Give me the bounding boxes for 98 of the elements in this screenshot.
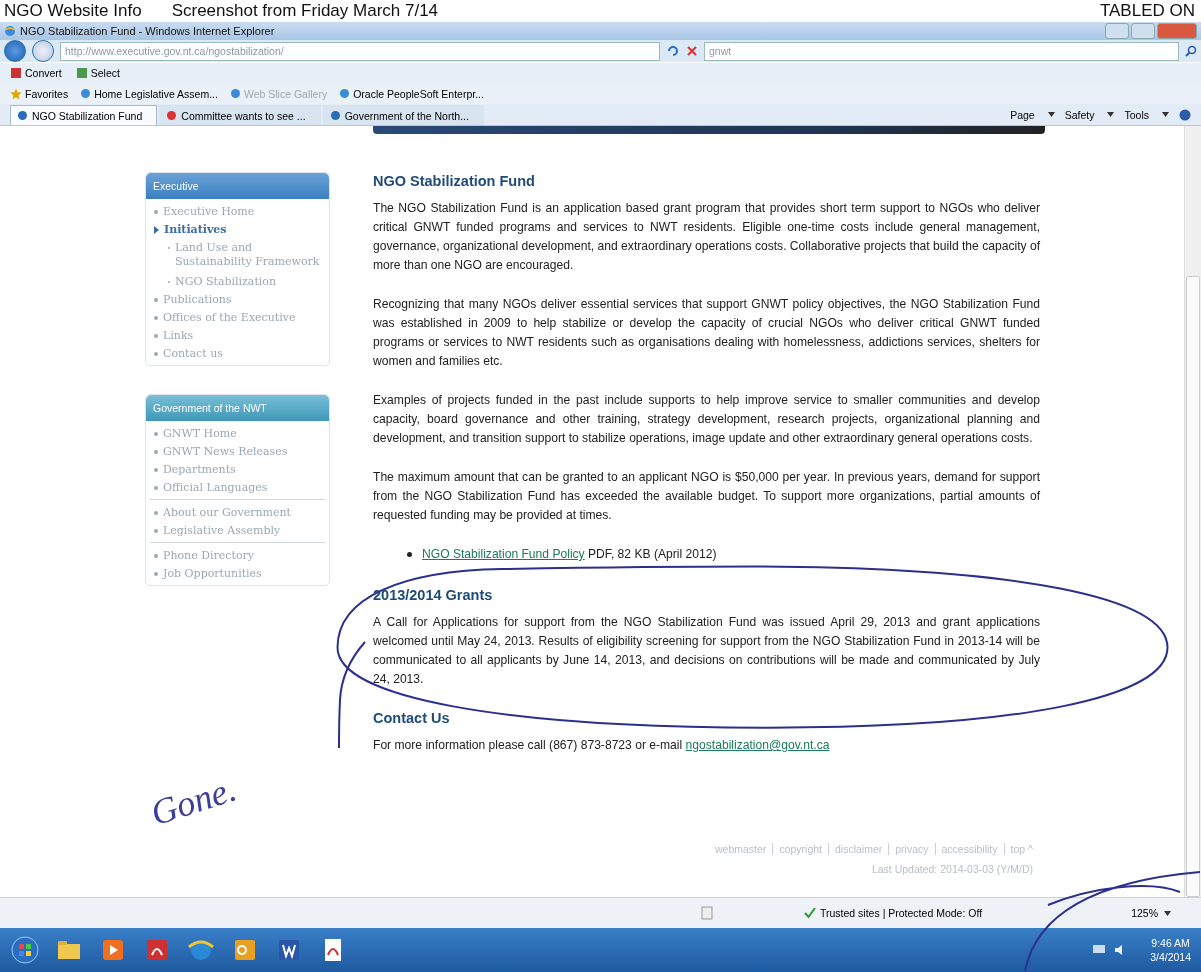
- select-icon: [75, 67, 88, 79]
- network-icon[interactable]: [1092, 944, 1107, 956]
- bullet-icon: [154, 334, 158, 338]
- scrollbar[interactable]: [1184, 126, 1201, 897]
- file-details: PDF, 82 KB (April 2012): [588, 547, 717, 561]
- last-updated: Last Updated: 2014-03-03 (Y/M/D): [871, 863, 1033, 875]
- dot-icon: [166, 110, 178, 121]
- body-paragraph: The maximum amount that can be granted to an applicant NGO is $50,000 per year. In previous years, demand for support from the NGO Stabilization Fund has exceeded the available budget. To support more organizations, partial amounts of requested funding may be provided at times.: [373, 469, 1040, 524]
- search-field[interactable]: gnwt: [704, 41, 1179, 61]
- sidebar-link[interactable]: Links: [154, 329, 325, 343]
- favorites-link[interactable]: Oracle PeopleSoft Enterpr...: [339, 87, 484, 100]
- body-paragraph: The NGO Stabilization Fund is an application based grant program that provides short term support to NGOs who deliver critical GNWT funded programs and services to NWT residents. Eligible one-time costs include general management, governance, organizational development, and extraordinary operations costs. Collaborative projects that build the capacity of more than one NGO are encouraged.: [373, 200, 1040, 274]
- sidebar-link[interactable]: Executive Home: [154, 205, 325, 219]
- clock[interactable]: 9:46 AM 3/4/2014: [1150, 936, 1191, 964]
- browser-tab[interactable]: Committee wants to see ...: [159, 105, 321, 125]
- zoom-level[interactable]: 125%: [1131, 907, 1158, 919]
- body-paragraph: A Call for Applications for support from the NGO Stabilization Fund was issued April 29, 2013 and grant applications welcomed until May 24, 2013. Results of eligibility screening for support from the NGO Stabilization Fund in 2013-14 will be communicated to all applicants by June 14, 2013, and decisions on contributions will be made and communicated by July 24, 2013.: [373, 614, 1040, 688]
- back-button[interactable]: [4, 40, 26, 62]
- sidebar-link[interactable]: Publications: [154, 293, 325, 307]
- sidebar-link[interactable]: Offices of the Executive: [154, 311, 325, 325]
- forward-button[interactable]: [32, 40, 54, 62]
- close-icon[interactable]: [686, 45, 698, 57]
- sidebar-link[interactable]: About our Government: [154, 506, 321, 520]
- triangle-bullet-icon: [154, 226, 159, 234]
- favorites-link[interactable]: Home Legislative Assem...: [80, 87, 218, 100]
- email-link[interactable]: ngostabilization@gov.nt.ca: [685, 738, 830, 752]
- toolbar-button[interactable]: Select: [75, 67, 120, 79]
- refresh-icon[interactable]: [666, 44, 680, 58]
- bullet-icon: [154, 554, 158, 558]
- bullet-icon: [407, 552, 412, 558]
- footer-link[interactable]: privacy: [888, 843, 929, 855]
- browser-tab[interactable]: NGO Stabilization Fund: [10, 105, 158, 125]
- address-field[interactable]: http://www.executive.gov.nt.ca/ngostabilization/: [60, 41, 660, 61]
- section-heading: Contact Us: [373, 709, 451, 728]
- bullet-icon: [154, 486, 158, 490]
- toolbar-menu[interactable]: Safety: [1064, 108, 1095, 121]
- handwritten-note: Gone.: [145, 767, 242, 835]
- contact-text: For more information please call (867) 873-8723 or e-mail ngostabilization@gov.nt.ca: [373, 737, 831, 754]
- tabled-label: TABLED ON: [1099, 1, 1195, 21]
- bullet-icon: [154, 529, 158, 533]
- caret-icon[interactable]: [1047, 112, 1055, 117]
- sidebar-link[interactable]: Phone Directory: [154, 549, 321, 563]
- checkmark-icon: [804, 907, 816, 919]
- sidebar-link[interactable]: GNWT News Releases: [154, 445, 325, 459]
- toolbar-menu[interactable]: Page: [1010, 108, 1035, 121]
- footer-link[interactable]: disclaimer: [828, 843, 883, 855]
- toolbar-button[interactable]: Convert: [10, 67, 62, 79]
- panel-header: Government of the NWT: [146, 395, 329, 421]
- toolbar-menu[interactable]: Tools: [1124, 108, 1149, 121]
- bullet-icon: [154, 432, 158, 436]
- security-zone: Trusted sites | Protected Mode: Off: [820, 907, 983, 919]
- section-heading: 2013/2014 Grants: [373, 586, 494, 605]
- search-icon[interactable]: [1185, 45, 1197, 57]
- page-heading: NGO Stabilization Fund: [373, 172, 536, 191]
- bullet-icon: [154, 298, 158, 302]
- footer-link[interactable]: accessibility: [934, 843, 998, 855]
- body-paragraph: Recognizing that many NGOs deliver essential services that support GNWT policy objectives, the NGO Stabilization Fund was established in 2009 to help stabilize or develop the capacity of crucial NGOs who deliver critical GNWT funded programs or services to NWT residents such as organisations dealing with homelessness, addictions services, shelters for women and families etc.: [373, 296, 1040, 370]
- sidebar-link[interactable]: Contact us: [154, 347, 325, 361]
- caret-icon[interactable]: [1107, 112, 1115, 117]
- bullet-icon: [154, 468, 158, 472]
- globe-icon: [229, 88, 241, 99]
- document-title: NGO Website Info: [4, 1, 142, 21]
- start-orb-icon[interactable]: [10, 935, 40, 965]
- document-subtitle: Screenshot from Friday March 7/14: [171, 1, 439, 21]
- sidebar-link[interactable]: Departments: [154, 463, 325, 477]
- browser-tab[interactable]: Government of the North...: [322, 105, 484, 125]
- page-status-icon: [700, 906, 714, 920]
- globe-icon: [339, 88, 351, 99]
- sidebar-link[interactable]: GNWT Home: [154, 427, 325, 441]
- bullet-icon: [154, 316, 158, 320]
- globe-icon: [17, 110, 28, 121]
- sidebar-link[interactable]: Job Opportunities: [154, 567, 321, 581]
- window-title: NGO Stabilization Fund - Windows Internet Explorer: [20, 25, 275, 37]
- footer-link[interactable]: copyright: [772, 843, 822, 855]
- sidebar-link[interactable]: Legislative Assembly: [154, 524, 321, 538]
- policy-link[interactable]: NGO Stabilization Fund Policy: [422, 547, 585, 561]
- bullet-icon: [154, 450, 158, 454]
- sidebar-link[interactable]: Initiatives: [154, 223, 325, 237]
- favorites-button[interactable]: Favorites: [10, 87, 69, 100]
- star-icon: [10, 87, 22, 100]
- footer-link[interactable]: webmaster: [715, 843, 767, 855]
- panel-header: Executive: [146, 173, 329, 199]
- footer-link[interactable]: top ^: [1003, 843, 1033, 855]
- sidebar-link[interactable]: NGO Stabilization: [168, 275, 325, 289]
- globe-icon: [80, 88, 92, 99]
- pdf-convert-icon: [10, 67, 22, 79]
- caret-icon[interactable]: [1162, 112, 1169, 117]
- bullet-icon: [154, 572, 158, 576]
- bullet-icon: [154, 352, 158, 356]
- caret-icon[interactable]: [1164, 910, 1171, 916]
- sidebar-link[interactable]: Land Use and Sustainability Framework: [168, 241, 325, 269]
- sidebar-link[interactable]: Official Languages: [154, 481, 325, 495]
- bullet-icon: [154, 210, 158, 214]
- globe-icon: [329, 110, 341, 121]
- browser-icon: [4, 25, 16, 37]
- bullet-icon: [154, 511, 158, 515]
- body-paragraph: Examples of projects funded in the past include supports to help improve service to smaller communities and develop capacity, board governance and other training, strategy development, research projects, organizational planning and development, and transition support to stabilize operations, image update and other extraordinary general operations costs.: [373, 392, 1040, 447]
- help-icon[interactable]: [1179, 108, 1191, 121]
